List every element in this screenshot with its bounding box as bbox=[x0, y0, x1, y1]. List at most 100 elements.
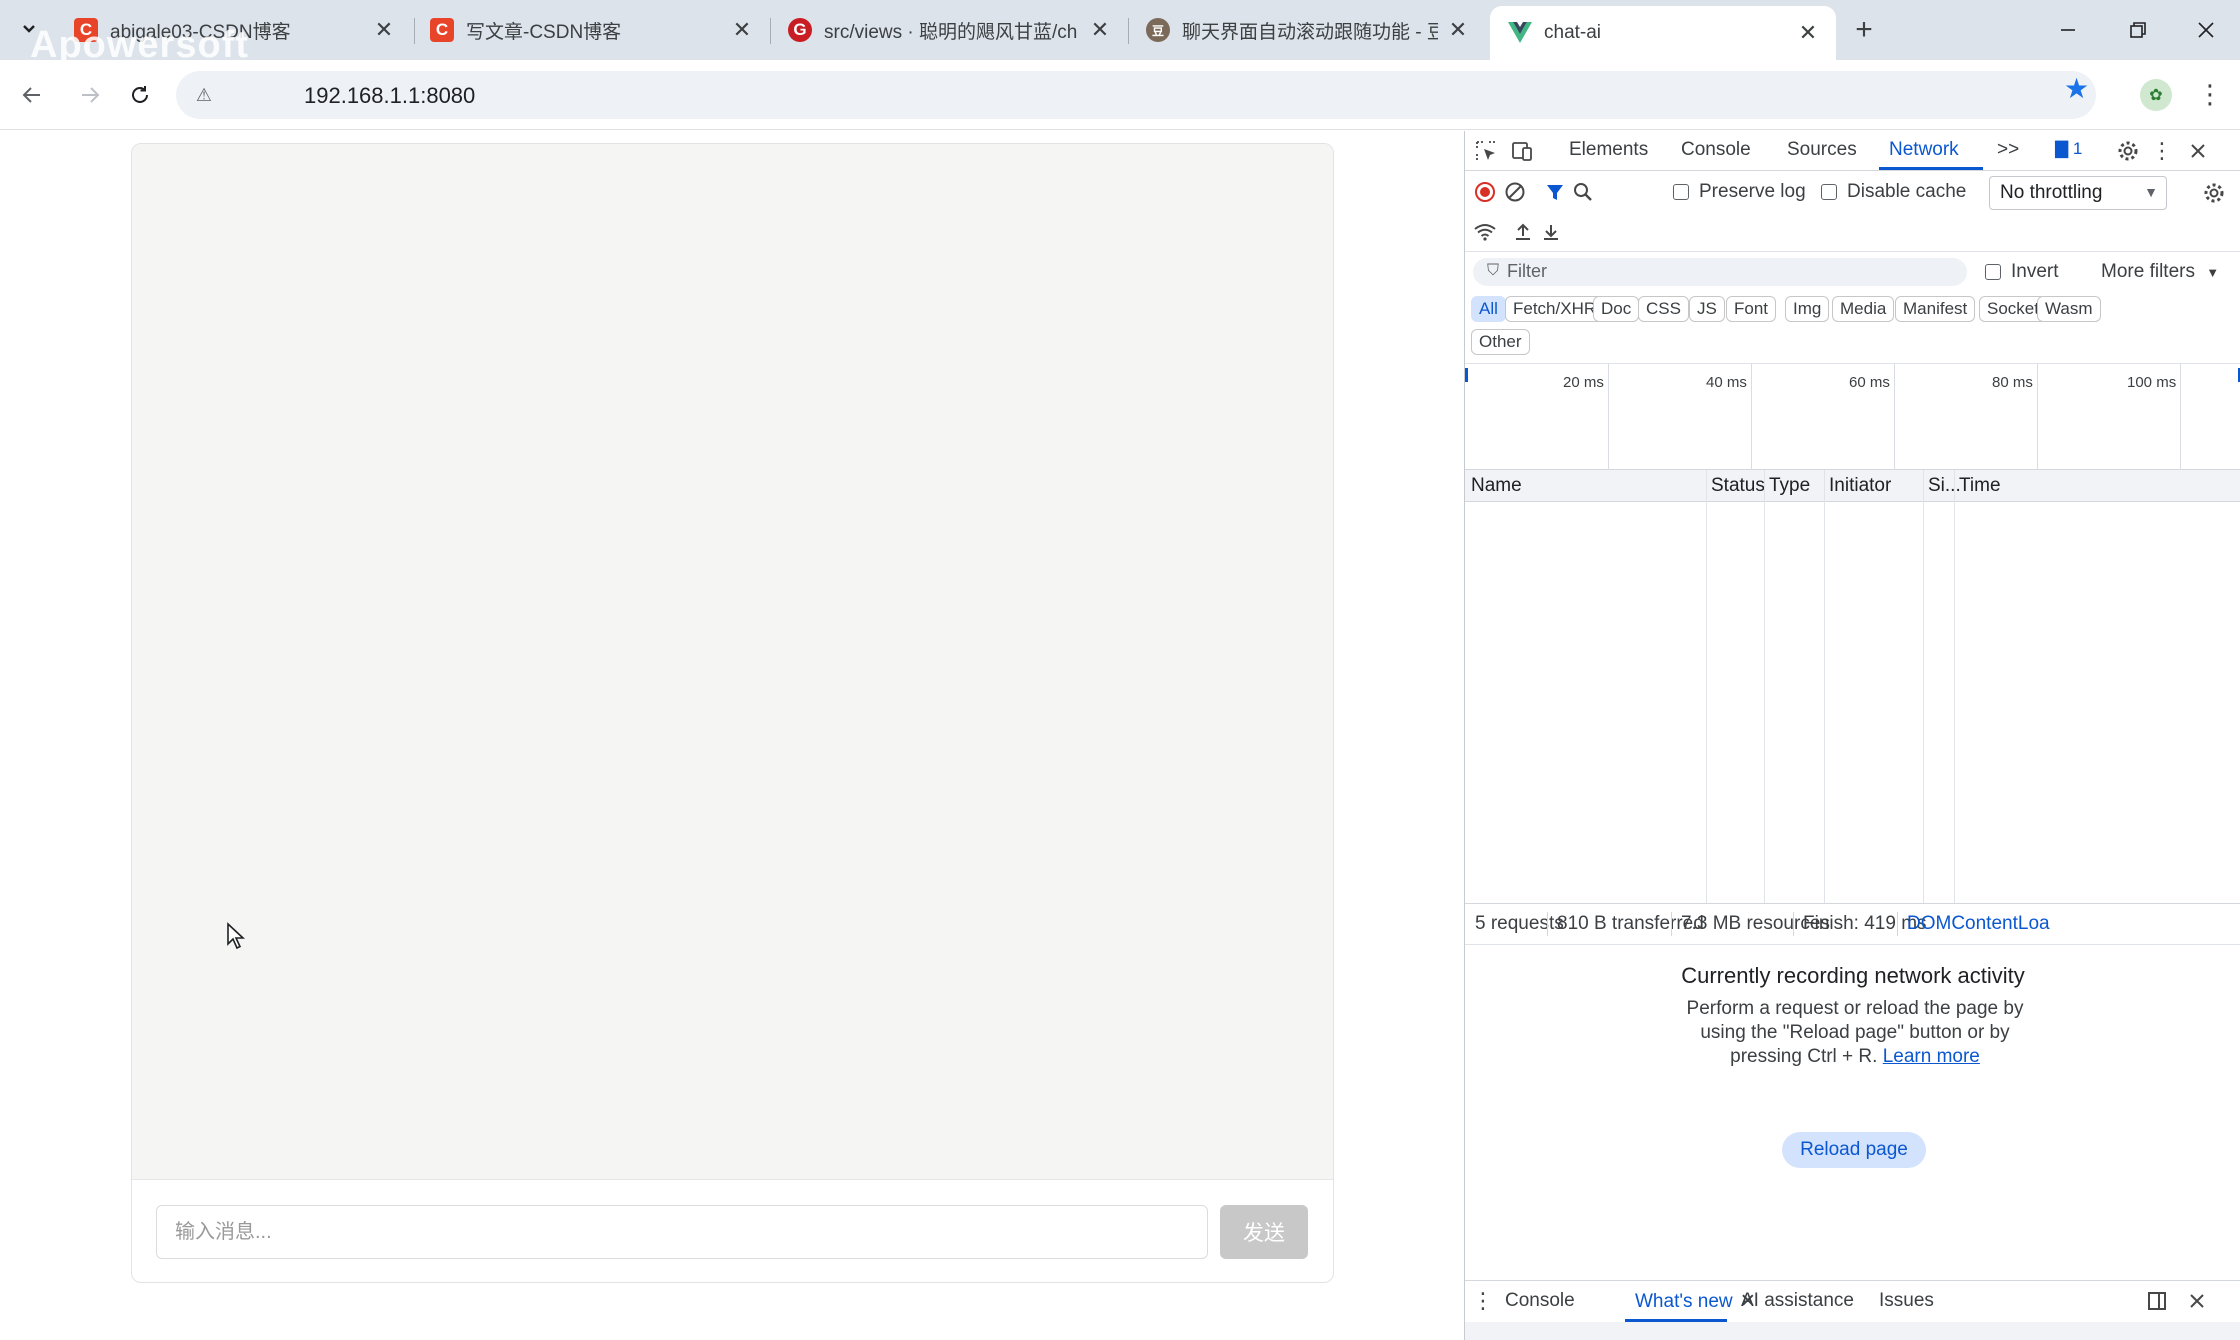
close-icon[interactable]: ✕ bbox=[372, 17, 396, 42]
send-button[interactable]: 发送 bbox=[1220, 1205, 1308, 1259]
throttling-value: No throttling bbox=[2000, 182, 2103, 203]
minimize-button[interactable] bbox=[2048, 12, 2088, 48]
column-divider bbox=[1824, 470, 1825, 903]
timeline-tick-label: 60 ms bbox=[1849, 374, 1890, 391]
drawer-tab-ai-assistance[interactable]: AI assistance bbox=[1741, 1290, 1854, 1312]
network-summary-bar: 5 requests 810 B transferred 7.3 MB reso… bbox=[1465, 903, 2240, 945]
column-divider bbox=[1764, 470, 1765, 903]
filter-chip-doc[interactable]: Doc bbox=[1593, 296, 1640, 322]
column-type[interactable]: Type bbox=[1769, 475, 1810, 497]
tab-network[interactable]: Network bbox=[1889, 139, 1959, 161]
close-window-button[interactable] bbox=[2186, 12, 2226, 48]
empty-state-line: pressing Ctrl + R. bbox=[1730, 1046, 1878, 1067]
filter-chip-css[interactable]: CSS bbox=[1638, 296, 1689, 322]
drawer-tab-issues[interactable]: Issues bbox=[1879, 1290, 1934, 1312]
empty-state-title: Currently recording network activity bbox=[1681, 963, 2025, 988]
timeline-overview[interactable]: 20 ms 40 ms 60 ms 80 ms 100 ms bbox=[1465, 364, 2240, 470]
close-devtools-icon[interactable] bbox=[2185, 138, 2211, 164]
filter-chip-font[interactable]: Font bbox=[1726, 296, 1777, 322]
browser-menu-icon[interactable]: ⋮ bbox=[2197, 76, 2223, 112]
forward-button[interactable] bbox=[72, 77, 108, 113]
timeline-gridline bbox=[2180, 364, 2181, 470]
filter-chip-other[interactable]: Other bbox=[1471, 329, 1530, 355]
back-button[interactable] bbox=[14, 77, 50, 113]
export-har-download-icon[interactable] bbox=[1539, 220, 1563, 244]
inspect-element-icon[interactable] bbox=[1473, 138, 1499, 164]
empty-state-line: Perform a request or reload the page by bbox=[1686, 998, 2024, 1019]
minimize-icon bbox=[2061, 29, 2075, 31]
column-initiator[interactable]: Initiator bbox=[1829, 475, 1891, 497]
tab-chat-ai[interactable]: chat-ai ✕ bbox=[1490, 6, 1836, 60]
filter-chip-fetch-xhr[interactable]: Fetch/XHR bbox=[1505, 296, 1605, 322]
close-drawer-icon[interactable] bbox=[2185, 1289, 2209, 1313]
devtools-menu-icon[interactable]: ⋮ bbox=[2151, 138, 2173, 164]
tab-console[interactable]: Console bbox=[1681, 139, 1751, 161]
issues-count: 1 bbox=[2072, 139, 2083, 158]
more-tabs-button[interactable]: >> bbox=[1997, 139, 2019, 161]
filter-chip-all[interactable]: All bbox=[1471, 296, 1506, 322]
devtools-panel: Elements Console Sources Network >> ▇ 1 … bbox=[1464, 131, 2240, 1340]
reload-page-button[interactable]: Reload page bbox=[1782, 1132, 1926, 1168]
address-bar[interactable]: ⚠ 192.168.1.1:8080 bbox=[176, 71, 2096, 119]
tab-gitee[interactable]: G src/views · 聪明的飓风甘蓝/ch ✕ bbox=[770, 8, 1128, 52]
filter-chip-manifest[interactable]: Manifest bbox=[1895, 296, 1976, 322]
preserve-log-checkbox[interactable] bbox=[1673, 184, 1689, 200]
column-divider bbox=[1706, 470, 1707, 903]
reload-button[interactable] bbox=[122, 77, 158, 113]
issues-badge[interactable]: ▇ 1 bbox=[2055, 139, 2082, 159]
tab-title: src/views · 聪明的飓风甘蓝/ch bbox=[824, 21, 1078, 43]
column-status[interactable]: Status bbox=[1711, 475, 1765, 497]
more-filters-label: More filters bbox=[2101, 261, 2195, 282]
network-conditions-wifi-icon[interactable] bbox=[1471, 220, 1499, 244]
filter-icon[interactable] bbox=[1543, 180, 1567, 204]
empty-state-body: Perform a request or reload the page by … bbox=[1655, 997, 2055, 1069]
filter-chip-media[interactable]: Media bbox=[1832, 296, 1895, 322]
disable-cache-checkbox[interactable] bbox=[1821, 184, 1837, 200]
new-tab-button[interactable]: + bbox=[1848, 13, 1880, 46]
column-name[interactable]: Name bbox=[1471, 475, 1522, 497]
tab-elements[interactable]: Elements bbox=[1569, 139, 1648, 161]
record-stop-icon[interactable] bbox=[1473, 180, 1497, 204]
column-time[interactable]: Time bbox=[1959, 475, 2001, 497]
filter-chip-wasm[interactable]: Wasm bbox=[2037, 296, 2101, 322]
filter-row: ⛉ Filter Invert More filters ▼ bbox=[1465, 252, 2240, 292]
vue-icon bbox=[1508, 21, 1532, 45]
throttling-select[interactable]: No throttling ▼ bbox=[1989, 176, 2167, 210]
settings-gear-icon[interactable] bbox=[2115, 138, 2141, 164]
dock-side-icon[interactable] bbox=[2145, 1289, 2169, 1313]
chat-messages-area[interactable] bbox=[132, 144, 1333, 1180]
import-har-upload-icon[interactable] bbox=[1511, 220, 1535, 244]
tab-sources[interactable]: Sources bbox=[1787, 139, 1857, 161]
timeline-handle-left[interactable] bbox=[1465, 368, 1468, 382]
summary-domcontentloaded: DOMContentLoa bbox=[1907, 913, 2050, 934]
device-toolbar-icon[interactable] bbox=[1509, 138, 1535, 164]
drawer-tab-console[interactable]: Console bbox=[1505, 1290, 1575, 1312]
tab-doubao[interactable]: 豆 聊天界面自动滚动跟随功能 - 豆 ✕ bbox=[1128, 8, 1486, 52]
network-settings-gear-icon[interactable] bbox=[2201, 180, 2227, 206]
bookmark-star-icon[interactable]: ★ bbox=[2064, 72, 2089, 105]
devtools-tabbar: Elements Console Sources Network >> ▇ 1 … bbox=[1465, 131, 2240, 171]
search-icon[interactable] bbox=[1571, 180, 1595, 204]
tab-csdn-write[interactable]: C 写文章-CSDN博客 ✕ bbox=[412, 8, 770, 52]
close-icon[interactable]: ✕ bbox=[730, 17, 754, 42]
restore-button[interactable] bbox=[2118, 12, 2158, 48]
clear-icon[interactable] bbox=[1503, 180, 1527, 204]
back-arrow-icon bbox=[22, 87, 40, 103]
filter-chip-js[interactable]: JS bbox=[1689, 296, 1725, 322]
profile-avatar[interactable]: ✿ bbox=[2140, 79, 2172, 111]
drawer-menu-icon[interactable]: ⋮ bbox=[1472, 1288, 1494, 1313]
close-icon[interactable]: ✕ bbox=[1088, 17, 1112, 42]
message-input[interactable] bbox=[156, 1205, 1208, 1259]
column-size[interactable]: Si... bbox=[1928, 475, 1961, 497]
network-toolbar-secondary bbox=[1465, 212, 2240, 252]
learn-more-link[interactable]: Learn more bbox=[1883, 1046, 1980, 1067]
more-filters-button[interactable]: More filters ▼ bbox=[2101, 261, 2219, 283]
devtools-drawer: ⋮ Console What's new ✕ AI assistance Iss… bbox=[1465, 1280, 2240, 1322]
site-info-icon[interactable]: ⚠ bbox=[190, 81, 218, 109]
filter-input[interactable]: ⛉ Filter bbox=[1473, 258, 1967, 286]
close-icon[interactable]: ✕ bbox=[1446, 17, 1470, 42]
close-icon[interactable]: ✕ bbox=[1796, 20, 1820, 45]
invert-checkbox[interactable] bbox=[1985, 264, 2001, 280]
drawer-tab-whats-new[interactable]: What's new ✕ bbox=[1635, 1290, 1756, 1313]
filter-chip-img[interactable]: Img bbox=[1785, 296, 1830, 322]
